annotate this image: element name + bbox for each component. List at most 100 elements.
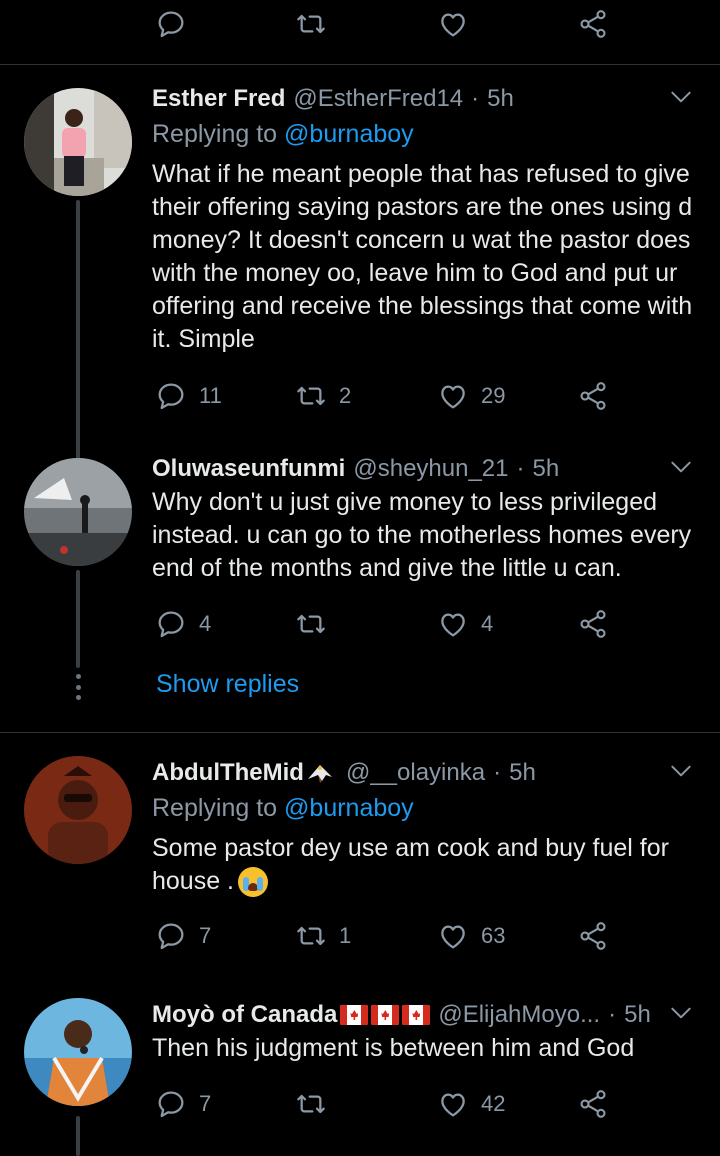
eagle-emoji-icon	[307, 765, 332, 783]
user-handle[interactable]: @ElijahMoyo...	[438, 1001, 600, 1029]
display-name[interactable]: AbdulTheMid	[152, 759, 304, 787]
like-count: 29	[481, 383, 506, 408]
like-count: 4	[481, 611, 494, 636]
avatar[interactable]	[24, 998, 132, 1106]
replying-to-label: Replying to	[152, 794, 278, 822]
chevron-down-icon[interactable]	[668, 1000, 694, 1026]
tweet-abdulthemid[interactable]: AbdulTheMid @__olayinka · 5h Replying to…	[0, 756, 720, 976]
tweet-text-line: house .	[152, 867, 235, 895]
separator-dot: ·	[471, 85, 480, 112]
timestamp[interactable]: 5h	[487, 85, 514, 113]
divider	[0, 64, 720, 65]
replying-to: Replying to @burnaboy	[152, 794, 414, 823]
mention-link[interactable]: @burnaboy	[284, 794, 414, 822]
tweet-oluwaseunfunmi[interactable]: Oluwaseunfunmi @sheyhun_21 · 5h Why don'…	[0, 452, 720, 668]
thread-line	[76, 570, 80, 668]
chevron-down-icon[interactable]	[668, 758, 694, 784]
tweet-text-line: end of the months and give the little u …	[152, 554, 622, 582]
timestamp[interactable]: 5h	[624, 1001, 651, 1029]
avatar[interactable]	[24, 458, 132, 566]
reply-icon	[155, 608, 187, 640]
tweet-text-line: Some pastor dey use am cook and buy fuel…	[152, 834, 669, 862]
reply-button[interactable]: 7	[155, 1084, 211, 1124]
retweet-button[interactable]	[295, 604, 339, 644]
reply-count: 7	[199, 923, 212, 948]
like-button[interactable]: 4	[437, 604, 493, 644]
show-replies-link[interactable]: Show replies	[156, 670, 299, 699]
retweet-count: 1	[339, 923, 352, 948]
share-button[interactable]	[577, 604, 609, 644]
retweet-icon	[295, 380, 327, 412]
tweet-text-line: money? It doesn't concern u wat the past…	[152, 226, 691, 254]
chevron-down-icon[interactable]	[668, 84, 694, 110]
display-name[interactable]: Esther Fred	[152, 85, 285, 113]
tweet-text-line: offering and receive the blessings that …	[152, 292, 693, 320]
reply-button[interactable]: 7	[155, 916, 211, 956]
user-handle[interactable]: @EstherFred14	[293, 85, 463, 113]
retweet-button[interactable]	[295, 1084, 339, 1124]
retweet-button[interactable]: 2	[295, 376, 351, 416]
user-handle[interactable]: @sheyhun_21	[353, 455, 508, 483]
thread-line	[76, 1116, 80, 1156]
like-button[interactable]: 29	[437, 376, 505, 416]
share-icon	[577, 8, 609, 40]
mention-link[interactable]: @burnaboy	[284, 120, 414, 148]
reply-button[interactable]: 11	[155, 376, 222, 416]
chevron-down-icon[interactable]	[668, 454, 694, 480]
like-button[interactable]: 63	[437, 916, 505, 956]
tweet-text: Why don't u just give money to less priv…	[152, 486, 707, 585]
tweet-text: What if he meant people that has refused…	[152, 158, 707, 356]
tweet-text-line: instead. u can go to the motherless home…	[152, 521, 692, 549]
divider	[0, 732, 720, 733]
reply-icon	[155, 1088, 187, 1120]
timestamp[interactable]: 5h	[533, 455, 560, 483]
avatar[interactable]	[24, 88, 132, 196]
share-button[interactable]	[577, 376, 609, 416]
retweet-icon	[295, 1088, 327, 1120]
tweet-text-line: it. Simple	[152, 325, 255, 353]
share-icon	[577, 1088, 609, 1120]
like-icon	[437, 1088, 469, 1120]
like-icon	[437, 380, 469, 412]
share-button[interactable]	[577, 4, 609, 44]
tweet-actions: 7 1 63	[155, 916, 625, 956]
display-name[interactable]: Moyò of Canada	[152, 1001, 337, 1029]
reply-button[interactable]	[155, 4, 187, 44]
user-handle[interactable]: @__olayinka	[346, 759, 485, 787]
like-button[interactable]: 42	[437, 1084, 505, 1124]
share-button[interactable]	[577, 916, 609, 956]
tweet-esther-fred[interactable]: Esther Fred @EstherFred14 · 5h Replying …	[0, 82, 720, 532]
display-name[interactable]: Oluwaseunfunmi	[152, 455, 345, 483]
reply-icon	[155, 8, 187, 40]
retweet-count: 2	[339, 383, 352, 408]
like-icon	[437, 8, 469, 40]
retweet-button[interactable]: 1	[295, 916, 351, 956]
reply-icon	[155, 380, 187, 412]
reply-count: 7	[199, 1091, 212, 1116]
share-button[interactable]	[577, 1084, 609, 1124]
timestamp[interactable]: 5h	[509, 759, 536, 787]
canada-flag-icon	[340, 1005, 369, 1025]
tweet-text-line: with the money oo, leave him to God and …	[152, 259, 678, 287]
reply-icon	[155, 920, 187, 952]
tweet-actions: 7 42	[155, 1084, 625, 1124]
canada-flag-icon	[402, 1005, 431, 1025]
share-icon	[577, 920, 609, 952]
tweet-text-line: What if he meant people that has refused…	[152, 160, 690, 188]
like-button[interactable]	[437, 4, 469, 44]
like-icon	[437, 608, 469, 640]
like-icon	[437, 920, 469, 952]
tweet-text: Then his judgment is between him and God	[152, 1032, 707, 1065]
retweet-button[interactable]	[295, 4, 327, 44]
tweet-actions: 11 2 29	[155, 376, 625, 416]
retweet-icon	[295, 608, 327, 640]
share-icon	[577, 608, 609, 640]
separator-dot: ·	[608, 1001, 617, 1028]
tweet-header: Oluwaseunfunmi @sheyhun_21 · 5h	[152, 452, 559, 486]
reply-button[interactable]: 4	[155, 604, 211, 644]
avatar[interactable]	[24, 756, 132, 864]
tweet-text-line: their offering saying pastors are the on…	[152, 193, 693, 221]
tweet-header: AbdulTheMid @__olayinka · 5h	[152, 756, 536, 790]
reply-count: 11	[199, 383, 222, 408]
tweet-moyo-of-canada[interactable]: Moyò of Canada @ElijahMoyo... · 5h Then …	[0, 998, 720, 1156]
